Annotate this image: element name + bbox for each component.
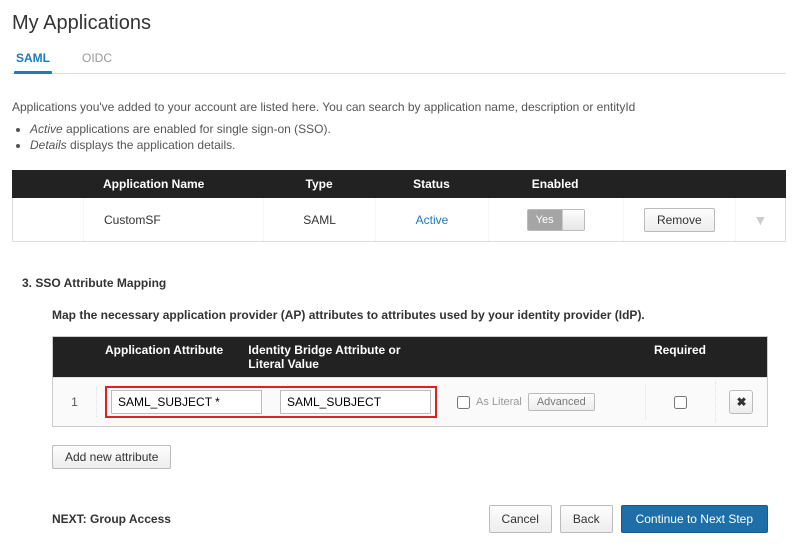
application-attribute-input[interactable] [111, 390, 262, 414]
page-title: My Applications [12, 12, 786, 35]
col-type: Type [263, 171, 375, 197]
attribute-table-header: Application Attribute Identity Bridge At… [53, 337, 767, 377]
required-checkbox[interactable] [674, 396, 687, 409]
step-subtitle: Map the necessary application provider (… [52, 308, 786, 322]
add-new-attribute-button[interactable]: Add new attribute [52, 445, 171, 469]
col-required: Required [645, 337, 715, 377]
col-status: Status [375, 171, 487, 197]
tab-oidc[interactable]: OIDC [80, 45, 114, 73]
expand-row-icon[interactable]: ▼ [754, 212, 768, 228]
app-table-row: CustomSF SAML Active Yes Remove ▼ [12, 198, 786, 242]
next-step-label: NEXT: Group Access [52, 512, 171, 526]
tab-bar: SAML OIDC [12, 45, 786, 74]
enabled-toggle[interactable]: Yes [527, 209, 585, 231]
app-table-header: Application Name Type Status Enabled [12, 170, 786, 198]
enabled-toggle-label: Yes [528, 210, 562, 230]
hint-details: Details displays the application details… [30, 138, 786, 152]
hint-active: Active applications are enabled for sing… [30, 122, 786, 136]
as-literal-checkbox[interactable] [457, 396, 470, 409]
continue-button[interactable]: Continue to Next Step [621, 505, 768, 533]
close-icon: ✖ [736, 395, 746, 409]
identity-bridge-input[interactable] [280, 390, 431, 414]
app-type-cell: SAML [263, 198, 375, 241]
app-status-link[interactable]: Active [416, 213, 449, 227]
enabled-toggle-handle [562, 210, 584, 230]
as-literal-label: As Literal [476, 396, 522, 408]
intro-text: Applications you've added to your accoun… [12, 100, 786, 114]
as-literal-option[interactable]: As Literal [453, 393, 522, 412]
attribute-row: 1 As Literal Advanced ✖ [53, 377, 767, 426]
col-application-name: Application Name [83, 171, 263, 197]
back-button[interactable]: Back [560, 505, 613, 533]
tab-saml[interactable]: SAML [14, 45, 52, 73]
col-app-attribute: Application Attribute [97, 337, 240, 377]
col-identity-bridge: Identity Bridge Attribute or Literal Val… [240, 337, 445, 377]
remove-button[interactable]: Remove [644, 208, 715, 232]
advanced-button[interactable]: Advanced [528, 393, 595, 411]
app-name-cell: CustomSF [83, 198, 263, 241]
delete-row-button[interactable]: ✖ [729, 390, 753, 414]
attribute-table: Application Attribute Identity Bridge At… [52, 336, 768, 427]
cancel-button[interactable]: Cancel [489, 505, 552, 533]
attribute-highlight [105, 386, 437, 418]
hint-list: Active applications are enabled for sing… [30, 122, 786, 152]
col-enabled: Enabled [488, 171, 623, 197]
attribute-row-index: 1 [53, 387, 97, 417]
step-title: 3. SSO Attribute Mapping [22, 276, 786, 290]
